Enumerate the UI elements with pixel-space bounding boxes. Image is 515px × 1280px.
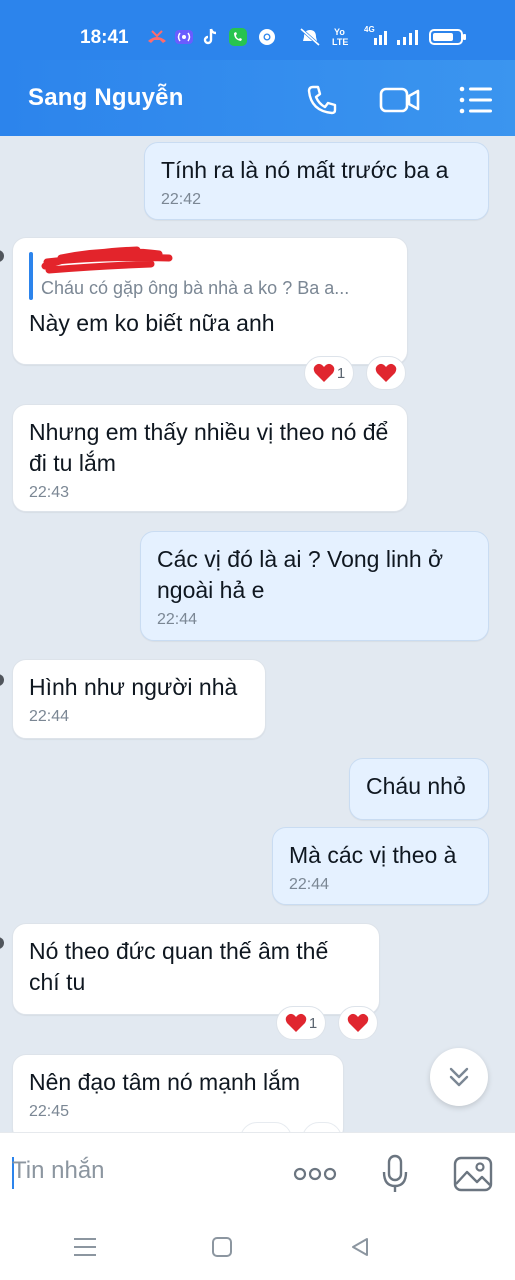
battery-icon	[428, 28, 468, 46]
mute-icon	[298, 27, 322, 47]
message-text: Hình như người nhà	[29, 674, 238, 700]
recent-apps-button[interactable]	[68, 1230, 102, 1264]
message-text: Này em ko biết nữa anh	[29, 310, 275, 336]
system-navigation-bar	[0, 1214, 515, 1280]
contact-name[interactable]: Sang Nguyễn	[28, 84, 184, 112]
status-time: 18:41	[80, 27, 129, 48]
hotspot-icon	[174, 28, 194, 46]
tiktok-icon	[200, 28, 220, 46]
status-bar: 18:41 Yo LTE 4G	[0, 0, 515, 60]
network-label-top: Yo	[334, 27, 345, 37]
phone-call-button[interactable]	[302, 80, 342, 120]
message-time: 22:44	[289, 876, 330, 893]
microphone-icon	[382, 1154, 408, 1192]
message-outgoing[interactable]: Cháu nhỏ	[349, 758, 489, 820]
message-text: Nên đạo tâm nó mạnh lắm	[29, 1069, 301, 1095]
home-icon	[212, 1237, 232, 1257]
message-text: Nó theo đức quan thế âm thế chí tu	[29, 938, 329, 995]
message-outgoing[interactable]: Tính ra là nó mất trước ba a 22:42	[144, 142, 489, 220]
message-time: 22:44	[29, 708, 70, 725]
message-outgoing[interactable]: Mà các vị theo à 22:44	[272, 827, 489, 905]
message-incoming[interactable]: Cháu có gặp ông bà nhà a ko ? Ba a... Nà…	[12, 237, 408, 365]
message-text: Tính ra là nó mất trước ba a	[161, 157, 449, 183]
missed-call-icon	[146, 28, 168, 46]
video-call-button[interactable]	[378, 80, 422, 120]
message-incoming[interactable]: Nhưng em thấy nhiều vị theo nó để đi tu …	[12, 404, 408, 512]
double-chevron-down-icon	[449, 1067, 469, 1087]
whatsapp-icon	[227, 28, 249, 46]
recent-apps-icon	[74, 1238, 96, 1256]
message-incoming[interactable]: Nó theo đức quan thế âm thế chí tu	[12, 923, 380, 1015]
redaction-mark	[41, 246, 391, 276]
send-image-button[interactable]	[450, 1151, 496, 1197]
message-incoming[interactable]: Nên đạo tâm nó mạnh lắm 22:45	[12, 1054, 344, 1132]
menu-list-icon	[459, 86, 492, 114]
message-text: Mà các vị theo à	[289, 842, 457, 868]
image-icon	[453, 1156, 493, 1192]
back-icon	[352, 1238, 368, 1256]
chat-area[interactable]: Tính ra là nó mất trước ba a 22:42 Cháu …	[0, 136, 515, 1132]
menu-button[interactable]	[456, 80, 496, 120]
phone-icon	[307, 85, 337, 115]
avatar[interactable]	[0, 674, 4, 686]
react-heart-button[interactable]	[338, 1006, 378, 1040]
scroll-to-bottom-button[interactable]	[430, 1048, 488, 1106]
avatar[interactable]	[0, 937, 4, 949]
heart-icon	[313, 363, 335, 382]
signal-icon	[394, 28, 422, 46]
message-time: 22:45	[29, 1103, 70, 1120]
quoted-message[interactable]: Cháu có gặp ông bà nhà a ko ? Ba a...	[29, 246, 391, 300]
message-incoming[interactable]: Hình như người nhà 22:44	[12, 659, 266, 739]
heart-icon	[375, 363, 397, 382]
reaction-count: 1	[308, 1014, 318, 1032]
message-text: Các vị đó là ai ? Vong linh ở ngoài hả e	[157, 546, 444, 603]
heart-icon	[347, 1013, 369, 1032]
video-call-icon	[379, 87, 420, 113]
more-options-button[interactable]	[292, 1151, 338, 1197]
quote-text: Cháu có gặp ông bà nhà a ko ? Ba a...	[41, 278, 350, 298]
message-time: 22:43	[29, 484, 70, 501]
message-text: Cháu nhỏ	[366, 773, 466, 799]
quote-bar	[29, 252, 33, 300]
more-options-icon	[293, 1167, 337, 1181]
message-time: 22:44	[157, 611, 198, 628]
voice-record-button[interactable]	[372, 1151, 418, 1197]
signal-icon	[362, 28, 390, 46]
reaction-count: 1	[336, 364, 346, 382]
avatar[interactable]	[0, 250, 4, 262]
chat-header: Sang Nguyễn	[0, 60, 515, 136]
reaction-summary[interactable]: 1	[276, 1006, 326, 1040]
chrome-icon	[256, 28, 278, 46]
message-input[interactable]: Tin nhắn	[12, 1151, 272, 1191]
react-heart-button[interactable]	[366, 356, 406, 390]
reaction-summary[interactable]: 1	[304, 356, 354, 390]
network-label-bottom: LTE	[332, 37, 349, 47]
message-input-bar: Tin nhắn	[0, 1132, 515, 1214]
message-time: 22:42	[161, 191, 202, 208]
back-button[interactable]	[343, 1230, 377, 1264]
heart-icon	[285, 1013, 307, 1032]
home-button[interactable]	[205, 1230, 239, 1264]
message-text: Nhưng em thấy nhiều vị theo nó để đi tu …	[29, 419, 389, 476]
message-outgoing[interactable]: Các vị đó là ai ? Vong linh ở ngoài hả e…	[140, 531, 489, 641]
